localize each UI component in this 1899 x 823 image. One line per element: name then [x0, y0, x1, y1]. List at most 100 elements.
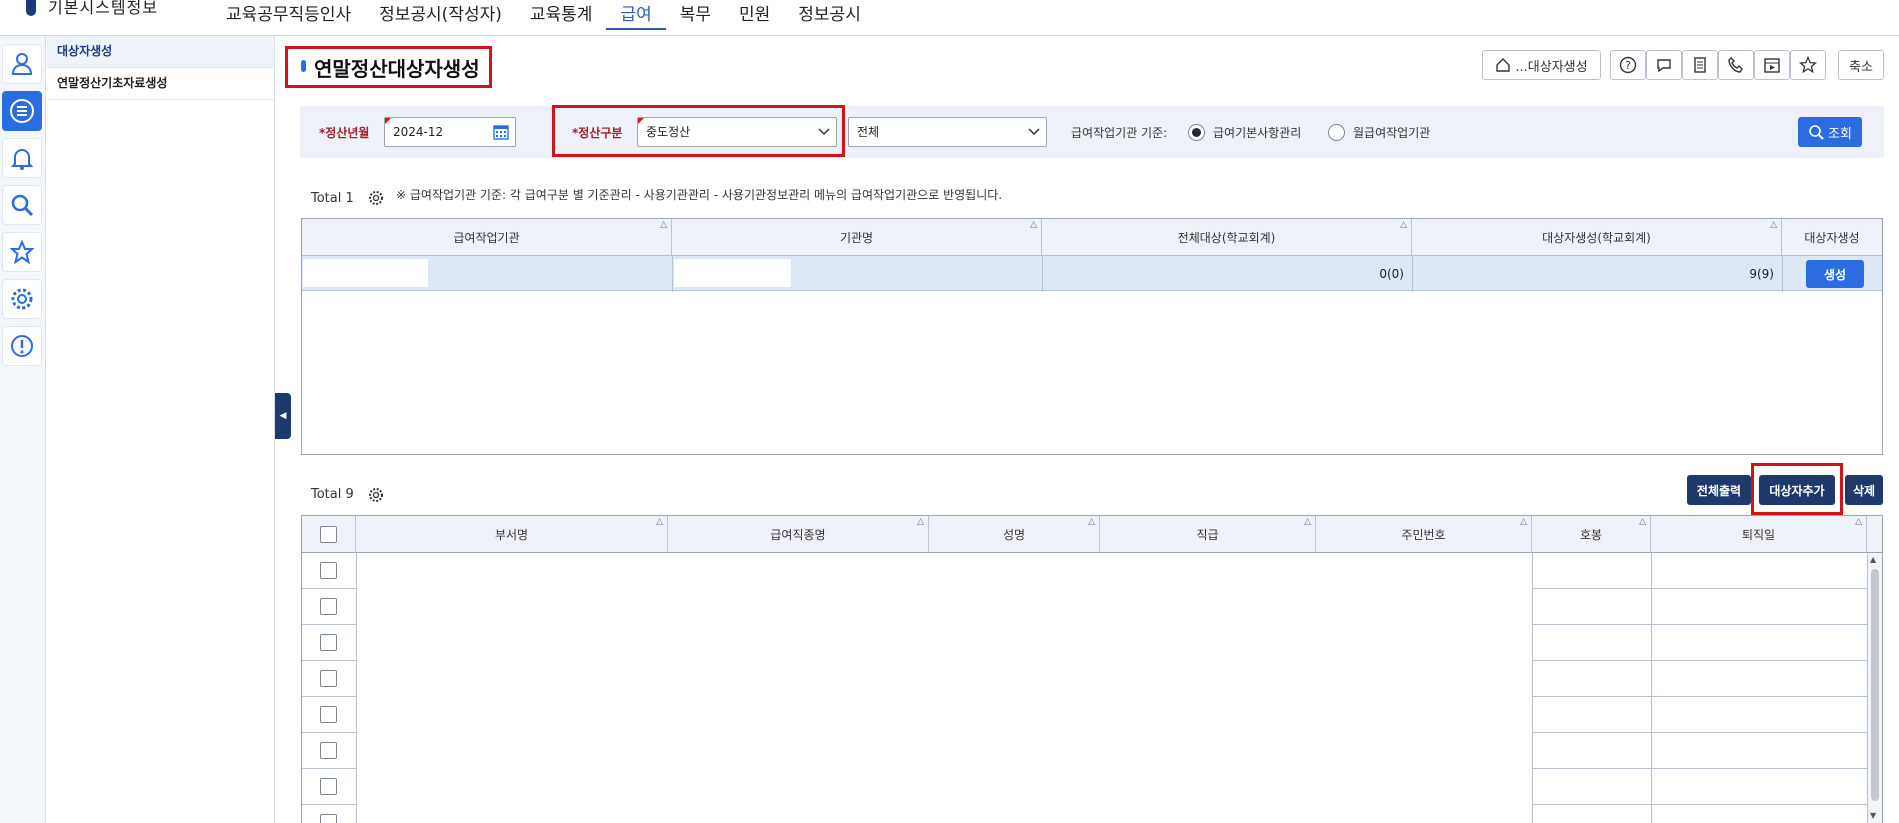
grid2-body: ▲ ▼ — [302, 552, 1882, 823]
sort-icon[interactable]: △ — [1088, 517, 1095, 527]
logo-icon[interactable] — [26, 0, 36, 16]
menu-item-statistics[interactable]: 교육통계 — [516, 4, 607, 30]
menu-item-disclosure-writer[interactable]: 정보공시(작성자) — [365, 4, 516, 30]
sort-icon[interactable]: △ — [1855, 517, 1862, 527]
grid2-col-dept[interactable]: 부서명 △ — [356, 516, 668, 552]
row-divider — [1532, 588, 1867, 589]
scroll-down-icon[interactable]: ▼ — [1870, 811, 1876, 820]
sort-icon[interactable]: △ — [1520, 517, 1527, 527]
sort-icon[interactable]: △ — [1304, 517, 1311, 527]
search-icon[interactable] — [2, 185, 42, 225]
row-divider — [1532, 732, 1867, 733]
grid2-col-person[interactable]: 성명 △ — [929, 516, 1100, 552]
create-button[interactable]: 생성 — [1806, 260, 1864, 288]
bell-icon[interactable] — [2, 138, 42, 178]
year-month-label: *정산년월 — [319, 126, 370, 140]
add-target-button[interactable]: 대상자추가 — [1759, 475, 1835, 505]
user-icon[interactable] — [2, 44, 42, 84]
grid2-col-retire[interactable]: 퇴직일 △ — [1651, 516, 1867, 552]
row-divider — [302, 696, 356, 697]
sort-icon[interactable]: △ — [660, 220, 667, 230]
chevron-down-icon — [1028, 128, 1040, 136]
row-checkbox[interactable] — [320, 814, 337, 823]
grid2-col-rank[interactable]: 직급 △ — [1100, 516, 1316, 552]
search-button[interactable]: 조회 — [1798, 117, 1862, 147]
breadcrumb-button[interactable]: ...대상자생성 — [1482, 50, 1601, 80]
table-row[interactable]: 0(0) 9(9) 생성 — [302, 255, 1882, 292]
grid1-col-total[interactable]: 전체대상(학교회계) △ — [1042, 219, 1412, 255]
col-label: 호봉 — [1579, 527, 1603, 542]
basis-label: 급여작업기관 기준: — [1071, 126, 1168, 140]
col-label: 직급 — [1196, 527, 1219, 542]
scroll-thumb[interactable] — [1871, 569, 1879, 801]
row-divider — [1532, 768, 1867, 769]
sort-icon[interactable]: △ — [1400, 220, 1407, 230]
grid2-col-job[interactable]: 급여직종명 △ — [668, 516, 929, 552]
col-label: 부서명 — [494, 527, 529, 542]
grid1-col-agency[interactable]: 급여작업기관 △ — [302, 219, 672, 255]
print-all-button[interactable]: 전체출력 — [1687, 475, 1751, 505]
sort-icon[interactable]: △ — [656, 517, 663, 527]
calendar-icon[interactable] — [1754, 50, 1790, 80]
col-label: 성명 — [1002, 527, 1026, 542]
submenu-item-target-create[interactable]: 대상자생성 — [47, 36, 274, 68]
row-checkbox[interactable] — [320, 706, 337, 723]
title-marker — [301, 60, 306, 72]
app-logo-text[interactable]: 기본시스템정보 — [48, 0, 158, 18]
collapse-sidebar-button[interactable]: ◀ — [275, 393, 291, 439]
row-checkbox[interactable] — [320, 598, 337, 615]
menu-item-disclosure[interactable]: 정보공시 — [784, 4, 875, 30]
vertical-scrollbar[interactable]: ▲ ▼ — [1868, 553, 1882, 823]
year-month-input[interactable]: 2024-12 — [384, 117, 516, 147]
basis-radio-salary-basic[interactable] — [1188, 124, 1205, 141]
sort-icon[interactable]: △ — [1770, 220, 1777, 230]
menu-item-hr[interactable]: 교육공무직등인사 — [212, 4, 365, 30]
top-navigation: 기본시스템정보 교육공무직등인사 정보공시(작성자) 교육통계 급여 복무 민원… — [0, 0, 1899, 36]
grid2-col-step[interactable]: 호봉 △ — [1532, 516, 1651, 552]
grid1-settings-icon[interactable] — [368, 190, 384, 206]
calendar-picker-icon[interactable] — [493, 124, 509, 140]
star-icon[interactable] — [1790, 50, 1826, 80]
star-icon[interactable] — [2, 232, 42, 272]
row-checkbox[interactable] — [320, 634, 337, 651]
document-icon[interactable] — [1682, 50, 1718, 80]
menu-item-civil[interactable]: 민원 — [725, 4, 784, 30]
row-divider — [1532, 696, 1867, 697]
gear-icon[interactable] — [2, 279, 42, 319]
scope-select[interactable]: 전체 — [848, 117, 1047, 147]
help-icon[interactable]: ? — [1610, 50, 1646, 80]
list-icon[interactable] — [2, 91, 42, 131]
row-checkbox[interactable] — [320, 562, 337, 579]
submenu-item-base-data[interactable]: 연말정산기초자료생성 — [47, 68, 274, 100]
basis-radio-monthly[interactable] — [1328, 124, 1345, 141]
menu-item-service[interactable]: 복무 — [666, 4, 725, 30]
delete-button[interactable]: 삭제 — [1845, 475, 1883, 505]
created-cell: 9(9) — [1749, 267, 1774, 281]
icon-rail — [0, 36, 46, 823]
breadcrumb-label: ...대상자생성 — [1515, 59, 1588, 75]
grid1-col-created[interactable]: 대상자생성(학교회계) △ — [1412, 219, 1782, 255]
sort-icon[interactable]: △ — [1639, 517, 1646, 527]
grid2-settings-icon[interactable] — [368, 487, 384, 503]
grid2-col-ssn[interactable]: 주민번호 △ — [1316, 516, 1532, 552]
grid1-col-name[interactable]: 기관명 △ — [672, 219, 1042, 255]
shrink-button[interactable]: 축소 — [1838, 50, 1884, 80]
scroll-up-icon[interactable]: ▲ — [1870, 555, 1876, 564]
row-checkbox[interactable] — [320, 742, 337, 759]
menu-item-salary[interactable]: 급여 — [606, 4, 666, 30]
grid1-col-action: 대상자생성 — [1782, 219, 1882, 255]
chat-icon[interactable] — [1646, 50, 1682, 80]
alert-icon[interactable] — [2, 326, 42, 366]
name-cell — [674, 259, 791, 287]
select-all-checkbox[interactable] — [320, 525, 337, 543]
total-cell: 0(0) — [1379, 267, 1404, 281]
svg-text:?: ? — [1625, 59, 1631, 72]
sort-icon[interactable]: △ — [1030, 220, 1037, 230]
phone-icon[interactable] — [1718, 50, 1754, 80]
row-checkbox[interactable] — [320, 670, 337, 687]
col-label: 전체대상(학교회계) — [1177, 230, 1276, 245]
sort-icon[interactable]: △ — [917, 517, 924, 527]
gubun-select[interactable]: 중도정산 — [637, 117, 837, 147]
row-checkbox[interactable] — [320, 778, 337, 795]
gubun-value: 중도정산 — [646, 125, 691, 139]
